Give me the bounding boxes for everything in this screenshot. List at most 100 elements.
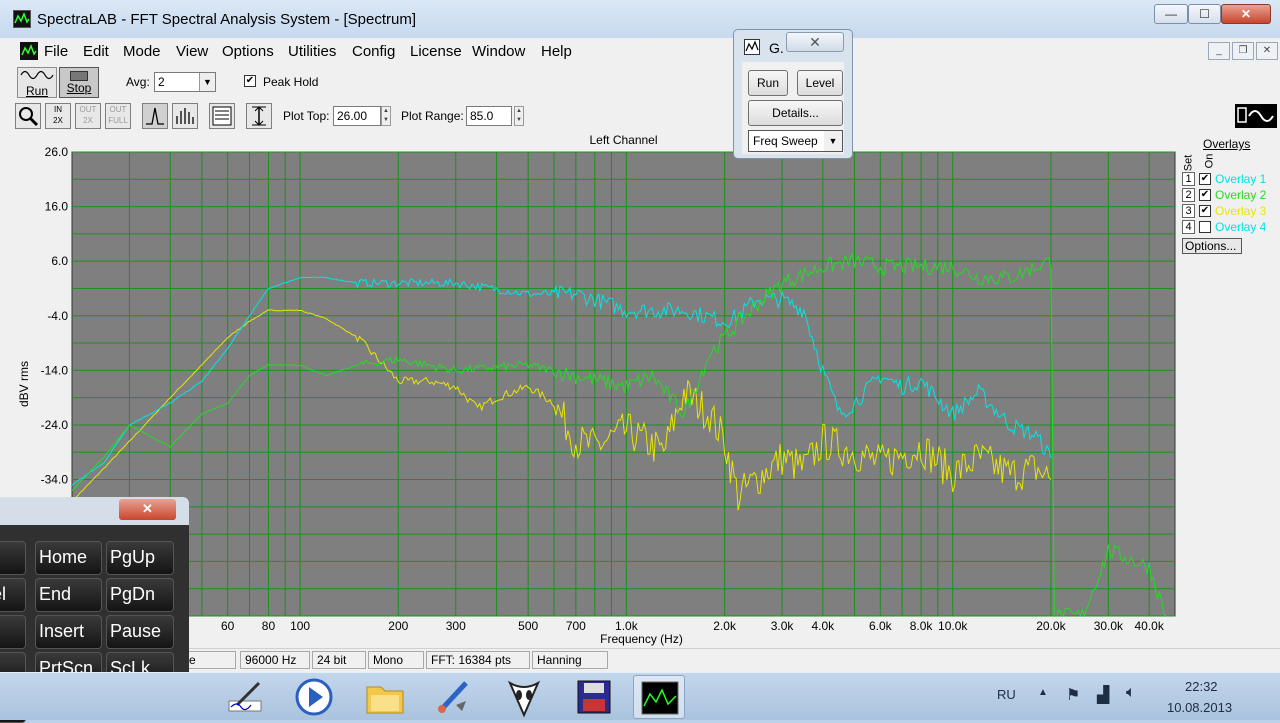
avg-select[interactable]: 2 ▼ (154, 72, 216, 92)
keyboard-key[interactable]: PgDn (106, 578, 174, 612)
avg-value: 2 (158, 75, 165, 89)
keyboard-close-button[interactable]: ✕ (119, 499, 176, 520)
stop-button[interactable]: Stop (59, 67, 99, 98)
x-tick-label: 3.0k (771, 619, 795, 633)
overlays-header: Overlays (1203, 137, 1251, 151)
keyboard-key[interactable]: End (35, 578, 102, 612)
generator-level-button[interactable]: Level (797, 70, 843, 96)
line-plot-button[interactable] (142, 103, 168, 129)
clock-time[interactable]: 22:32 (1185, 679, 1218, 694)
menu-window[interactable]: Window (472, 43, 525, 60)
plot-top-spinner[interactable]: ▲ ▼ (381, 106, 391, 126)
overlay-set-button[interactable]: 3 (1182, 204, 1195, 218)
mdi-close-button[interactable]: ✕ (1256, 42, 1278, 60)
volume-icon[interactable]: 🔈︎ (1126, 684, 1136, 702)
taskbar-app-alien[interactable] (498, 675, 550, 719)
mdi-minimize-button[interactable]: _ (1208, 42, 1230, 60)
plot-range-spinner[interactable]: ▲ ▼ (514, 106, 524, 126)
overlay-on-checkbox[interactable]: ✔ (1199, 205, 1211, 217)
menu-help[interactable]: Help (541, 43, 572, 60)
network-icon[interactable]: ▟ (1097, 685, 1109, 705)
show-hidden-icons-icon[interactable]: ▲ (1038, 687, 1048, 698)
plot-top-label: Plot Top: (283, 109, 330, 123)
x-tick-label: 60 (221, 619, 235, 633)
table-view-button[interactable] (209, 103, 235, 129)
plot-background (71, 151, 1176, 617)
floppy-disk-icon (577, 680, 611, 714)
status-bar: e 96000 Hz 24 bit Mono FFT: 16384 pts Ha… (14, 648, 1280, 670)
document-icon[interactable] (20, 42, 38, 60)
y-tick-label: 16.0 (45, 200, 69, 214)
x-axis-label: Frequency (Hz) (600, 632, 683, 646)
generator-run-button[interactable]: Run (748, 70, 788, 96)
table-icon (212, 106, 232, 126)
bar-plot-button[interactable] (172, 103, 198, 129)
mdi-restore-button[interactable]: ❐ (1232, 42, 1254, 60)
app-icon (13, 10, 31, 28)
keyboard-titlebar[interactable]: ✕ (0, 497, 189, 525)
menu-view[interactable]: View (176, 43, 208, 60)
generator-icon[interactable] (744, 39, 760, 55)
status-fft: FFT: 16384 pts (426, 651, 530, 669)
overlay-on-checkbox[interactable]: ✔ (1199, 189, 1211, 201)
zoom-full-button[interactable]: OUT FULL (105, 103, 131, 129)
action-center-icon[interactable]: ⚑ (1066, 685, 1080, 705)
keyboard-key[interactable]: Home (35, 541, 102, 575)
y-tick-label: -34.0 (41, 473, 69, 487)
taskbar-app-explorer[interactable] (359, 675, 411, 719)
y-tick-label: 26.0 (45, 145, 69, 159)
signal-generator-icon[interactable] (1235, 104, 1277, 128)
taskbar-app-paint[interactable] (428, 675, 480, 719)
run-button[interactable]: Run (17, 67, 57, 98)
taskbar-app-media-player[interactable] (288, 675, 340, 719)
overlay-options-button[interactable]: Options... (1182, 238, 1242, 254)
plot-range-label: Plot Range: (401, 109, 464, 123)
stop-square-icon (70, 71, 88, 81)
overlay-on-checkbox[interactable] (1199, 221, 1211, 233)
keyboard-key[interactable] (0, 615, 26, 649)
menu-edit[interactable]: Edit (83, 43, 109, 60)
zoom-out-2x-button[interactable]: OUT 2X (75, 103, 101, 129)
taskbar-app-signature[interactable] (219, 675, 271, 719)
zoom-in-label: IN 2X (53, 105, 63, 125)
status-sample-rate: 96000 Hz (240, 651, 310, 669)
menu-file[interactable]: File (44, 43, 68, 60)
y-tick-label: 6.0 (51, 254, 68, 268)
plot-top-input[interactable]: 26.00 (333, 106, 381, 126)
menu-utilities[interactable]: Utilities (288, 43, 336, 60)
language-indicator[interactable]: RU (997, 687, 1016, 702)
plot-range-input[interactable]: 85.0 (466, 106, 512, 126)
keyboard-key[interactable]: el (0, 578, 26, 612)
plot-toolbar: IN 2X OUT 2X OUT FULL Plot Top: 26.00 ▲ ▼… (14, 101, 1280, 131)
taskbar-app-spectralab[interactable] (633, 675, 685, 719)
minimize-button[interactable]: — (1154, 4, 1188, 24)
overlay-set-button[interactable]: 4 (1182, 220, 1195, 234)
menu-license[interactable]: License (410, 43, 462, 60)
overlay-set-button[interactable]: 1 (1182, 172, 1195, 186)
generator-close-button[interactable]: ✕ (786, 32, 844, 52)
zoom-out-label: OUT 2X (79, 105, 97, 125)
keyboard-key[interactable]: Insert (35, 615, 102, 649)
x-tick-label: 40.0k (1134, 619, 1164, 633)
taskbar: RU ▲ ⚑ ▟ 🔈︎ 22:32 10.08.2013 (0, 672, 1280, 720)
overlay-set-button[interactable]: 2 (1182, 188, 1195, 202)
keyboard-key[interactable]: Pause (106, 615, 174, 649)
maximize-button[interactable]: ☐ (1188, 4, 1221, 24)
peak-hold-checkbox[interactable]: ✔ (244, 75, 256, 87)
clock-date[interactable]: 10.08.2013 (1167, 700, 1232, 715)
menu-mode[interactable]: Mode (123, 43, 161, 60)
menu-options[interactable]: Options (222, 43, 274, 60)
keyboard-key[interactable]: PgUp (106, 541, 174, 575)
generator-details-button[interactable]: Details... (748, 100, 843, 126)
scale-button[interactable] (246, 103, 272, 129)
magnifier-button[interactable] (15, 103, 41, 129)
generator-mode-select[interactable]: Freq Sweep ▼ (748, 130, 843, 152)
overlay-on-checkbox[interactable]: ✔ (1199, 173, 1211, 185)
close-button[interactable]: ✕ (1221, 4, 1271, 24)
taskbar-app-disk[interactable] (568, 675, 620, 719)
keyboard-key[interactable] (0, 541, 26, 575)
title-bar[interactable]: SpectraLAB - FFT Spectral Analysis Syste… (0, 0, 1280, 38)
menu-config[interactable]: Config (352, 43, 395, 60)
x-tick-label: 30.0k (1094, 619, 1124, 633)
zoom-in-2x-button[interactable]: IN 2X (45, 103, 71, 129)
